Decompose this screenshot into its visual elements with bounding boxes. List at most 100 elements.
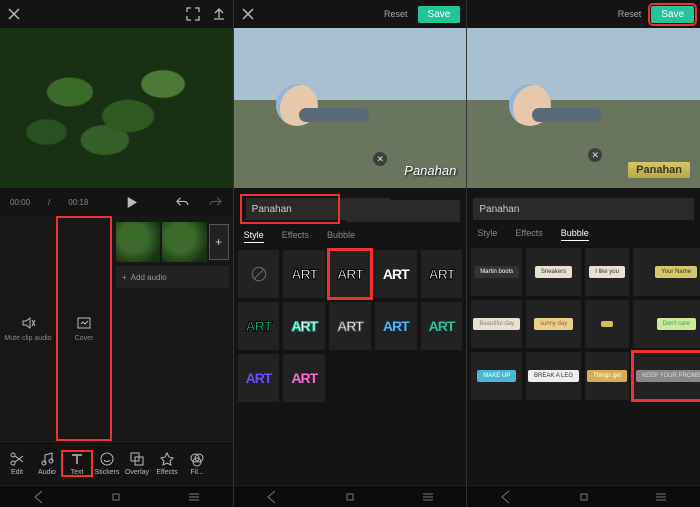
bubble-option[interactable]: Things get [585,352,629,400]
tool-stickers[interactable]: Stickers [92,451,122,476]
style-none[interactable] [238,250,280,298]
tool-audio[interactable]: Audio [32,451,62,476]
mute-clip-audio[interactable]: Mute clip audio [0,216,56,441]
bubble-option[interactable]: BREAK A LEG [526,352,581,400]
bubble-option[interactable]: MAKE UP [471,352,522,400]
caption-text[interactable]: Panahan [404,163,456,178]
recent-nav-icon[interactable] [420,489,436,505]
expand-icon[interactable] [185,6,201,22]
back-nav-icon[interactable] [264,489,280,505]
style-option[interactable]: ART [421,302,463,350]
style-option[interactable]: ART [283,354,325,402]
reset-button[interactable]: Reset [618,9,642,19]
text-tabs: Style Effects Bubble [467,224,700,244]
redo-icon[interactable] [208,194,223,210]
bubble-option[interactable]: Beautiful day [471,300,522,348]
back-nav-icon[interactable] [31,489,47,505]
cover-label: Cover [75,335,94,342]
clip-thumb [116,222,160,262]
filters-icon [189,451,205,467]
tool-filters[interactable]: Fil... [182,451,212,476]
add-clip-button[interactable]: + [209,224,229,260]
bubble-option[interactable]: sunny day [526,300,581,348]
style-option[interactable]: ART [329,302,371,350]
topbar: Reset Save [234,0,467,28]
tab-effects[interactable]: Effects [515,228,542,240]
topbar [0,0,233,28]
time-total: 00:18 [68,198,88,207]
topbar: Reset Save [467,0,700,28]
cover-icon [76,315,92,331]
preview-frame [0,28,233,188]
tool-row: Edit Audio Text Stickers Overlay Effects… [0,441,233,485]
timeline-tracks[interactable]: + + Add audio [112,216,233,441]
style-option[interactable]: ART [375,250,417,298]
home-nav-icon[interactable] [108,489,124,505]
text-tabs: Style Effects Bubble [234,226,467,246]
home-nav-icon[interactable] [342,489,358,505]
bubble-option[interactable]: Martin boots [471,248,522,296]
bubble-option[interactable]: I like you [585,248,629,296]
android-navbar [234,485,467,507]
add-audio-label: Add audio [131,273,167,282]
style-option[interactable]: ART [375,302,417,350]
cover-button[interactable]: Cover [56,216,112,441]
bubble-option[interactable]: Your Name [633,248,700,296]
bubble-option[interactable]: Sneakers [526,248,581,296]
close-icon[interactable] [6,6,22,22]
home-nav-icon[interactable] [576,489,592,505]
save-button[interactable]: Save [651,6,694,23]
timeline: Mute clip audio Cover + + Add audio [0,216,233,441]
style-grid: ARTARTARTARTARTARTARTARTARTARTART [234,246,467,485]
android-navbar [0,485,233,507]
recent-nav-icon[interactable] [186,489,202,505]
save-button[interactable]: Save [418,6,461,23]
caption-text[interactable]: Panahan [628,162,690,178]
style-option[interactable]: ART [238,302,280,350]
bubble-option[interactable]: KEEP YOUR PROMISES [633,352,700,400]
bubble-option[interactable]: Don't care [633,300,700,348]
recent-nav-icon[interactable] [653,489,669,505]
video-preview[interactable] [0,28,233,188]
tool-overlay[interactable]: Overlay [122,451,152,476]
style-option[interactable]: ART [238,354,280,402]
tool-text[interactable]: Text [62,451,92,476]
time-current: 00:00 [10,198,30,207]
bubble-grid: Martin bootsSneakersI like youYour Name B… [467,244,700,485]
android-navbar [467,485,700,507]
bubble-option[interactable] [585,300,629,348]
upload-icon[interactable] [211,6,227,22]
text-bubble-panel: Reset Save ✕ Panahan Style Effects Bubbl… [467,0,700,507]
back-nav-icon[interactable] [498,489,514,505]
style-option[interactable]: ART [329,250,371,298]
scissors-icon [9,451,25,467]
text-input-row [467,194,700,224]
reset-button[interactable]: Reset [384,9,408,19]
tab-style[interactable]: Style [477,228,497,240]
close-icon[interactable] [240,6,256,22]
tool-effects[interactable]: Effects [152,451,182,476]
text-input[interactable] [473,198,694,220]
effects-icon [159,451,175,467]
video-preview[interactable]: ✕ Panahan [467,28,700,188]
play-icon[interactable] [124,194,139,210]
video-clip[interactable]: + [116,222,229,262]
style-option[interactable]: ART [421,250,463,298]
mute-label: Mute clip audio [4,335,51,342]
tab-style[interactable]: Style [244,230,264,243]
style-option[interactable]: ART [283,250,325,298]
clip-thumb [162,222,206,262]
style-option[interactable]: ART [283,302,325,350]
tool-edit[interactable]: Edit [2,451,32,476]
tab-effects[interactable]: Effects [282,230,309,242]
sticker-icon [99,451,115,467]
text-input-ext [234,196,467,226]
overlay-icon [129,451,145,467]
undo-icon[interactable] [175,194,190,210]
add-audio-button[interactable]: + Add audio [116,266,229,288]
video-preview[interactable]: ✕ Panahan [234,28,467,188]
time-bar: 00:00/00:18 [0,188,233,216]
mute-icon [20,315,36,331]
tab-bubble[interactable]: Bubble [327,230,355,242]
tab-bubble[interactable]: Bubble [561,228,589,241]
